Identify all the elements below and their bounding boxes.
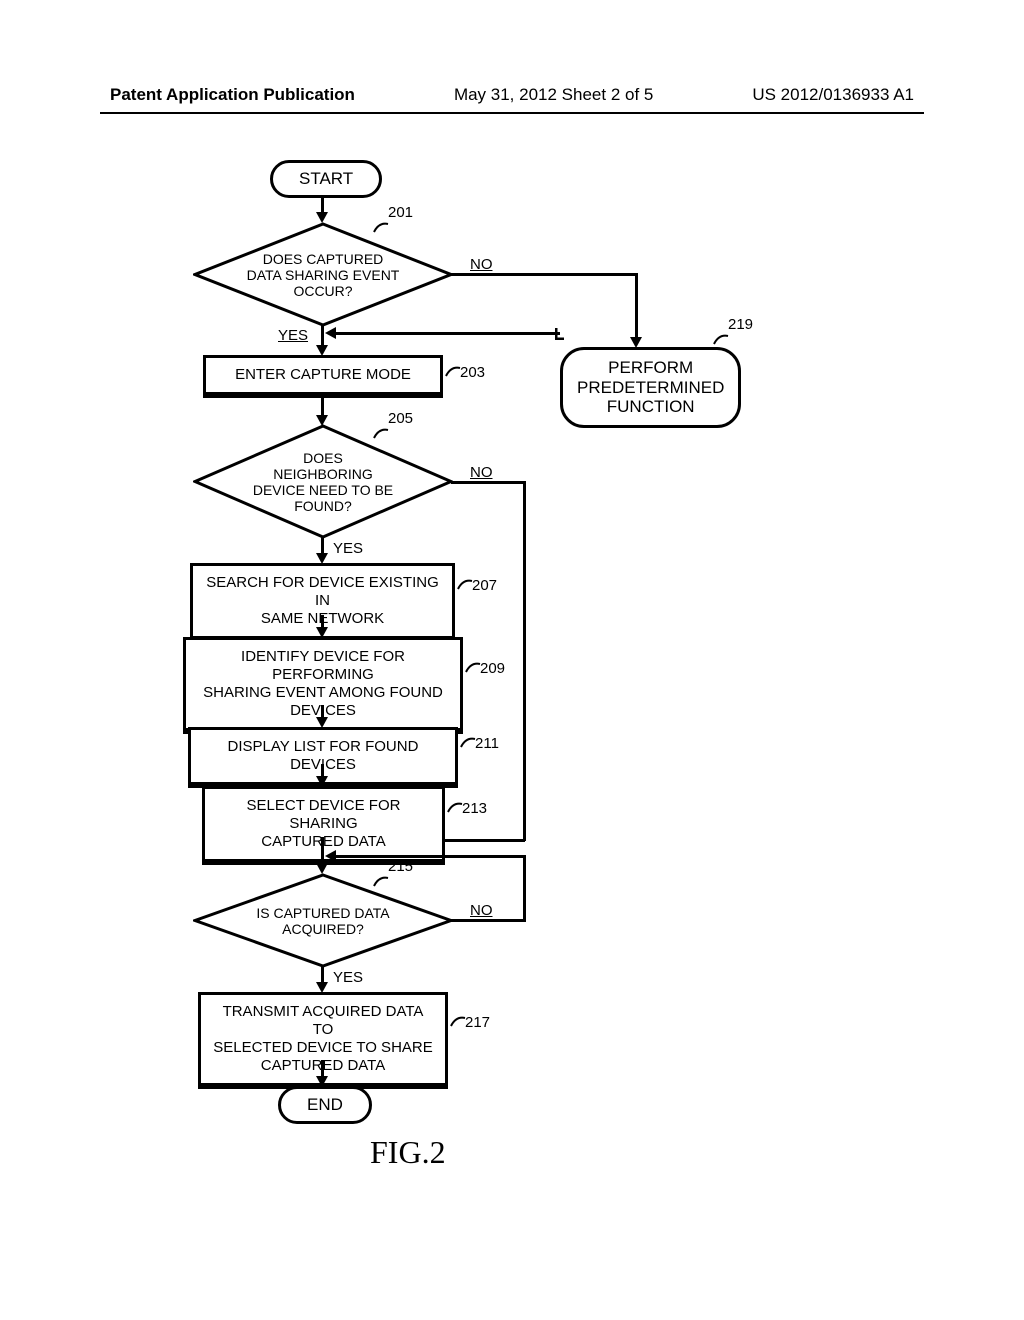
no-label: NO (470, 902, 493, 919)
arrowhead-left-icon (325, 327, 336, 339)
ref-205: 205 (388, 410, 413, 427)
decision-201-text: DOES CAPTURED DATA SHARING EVENT OCCUR? (219, 250, 427, 298)
arrow (451, 919, 525, 922)
arrowhead-left-icon (325, 850, 336, 862)
arrow (523, 481, 526, 841)
ref-lead-icon (444, 364, 462, 378)
arrow (523, 855, 526, 922)
merge-icon (555, 327, 565, 340)
ref-209: 209 (480, 660, 505, 677)
ref-lead-icon (464, 660, 482, 674)
start-terminal: START (270, 160, 382, 198)
flowchart: START DOES CAPTURED DATA SHARING EVENT O… (0, 152, 1024, 1252)
ref-lead-icon (456, 577, 474, 591)
ref-lead-icon (372, 874, 390, 888)
arrow (321, 837, 324, 865)
end-terminal: END (278, 1086, 372, 1124)
ref-lead-icon (372, 220, 390, 234)
no-label: NO (470, 464, 493, 481)
start-label: START (299, 169, 353, 188)
ref-lead-icon (449, 1014, 467, 1028)
decision-201: DOES CAPTURED DATA SHARING EVENT OCCUR? (193, 222, 453, 327)
terminal-219: PERFORM PREDETERMINED FUNCTION (560, 347, 741, 428)
decision-205: DOES NEIGHBORING DEVICE NEED TO BE FOUND… (193, 424, 453, 539)
header-divider (100, 112, 924, 114)
ref-lead-icon (446, 800, 464, 814)
header-center: May 31, 2012 Sheet 2 of 5 (454, 85, 653, 105)
ref-201: 201 (388, 204, 413, 221)
ref-219: 219 (728, 316, 753, 333)
yes-label: YES (278, 327, 308, 344)
decision-205-text: DOES NEIGHBORING DEVICE NEED TO BE FOUND… (219, 449, 427, 513)
yes-label: YES (333, 540, 363, 557)
page-header: Patent Application Publication May 31, 2… (0, 85, 1024, 105)
decision-215-text: IS CAPTURED DATA ACQUIRED? (219, 904, 427, 936)
arrow (451, 481, 525, 484)
yes-label: YES (333, 969, 363, 986)
arrow (635, 273, 638, 339)
arrow (321, 395, 324, 417)
end-label: END (307, 1095, 343, 1114)
ref-lead-icon (712, 332, 730, 346)
terminal-219-text: PERFORM PREDETERMINED FUNCTION (577, 358, 724, 417)
figure-caption: FIG.2 (370, 1134, 446, 1171)
arrow (451, 273, 637, 276)
decision-215: IS CAPTURED DATA ACQUIRED? (193, 873, 453, 968)
ref-lead-icon (372, 426, 390, 440)
arrow (335, 855, 525, 858)
ref-215: 215 (388, 858, 413, 875)
ref-217: 217 (465, 1014, 490, 1031)
arrow (335, 332, 560, 335)
header-left: Patent Application Publication (110, 85, 355, 105)
ref-213: 213 (462, 800, 487, 817)
process-203-text: ENTER CAPTURE MODE (235, 366, 411, 383)
ref-lead-icon (459, 735, 477, 749)
header-right: US 2012/0136933 A1 (752, 85, 914, 105)
arrow (321, 325, 324, 347)
no-label: NO (470, 256, 493, 273)
process-203: ENTER CAPTURE MODE (203, 355, 443, 398)
ref-211: 211 (475, 735, 499, 752)
ref-203: 203 (460, 364, 485, 381)
ref-207: 207 (472, 577, 497, 594)
